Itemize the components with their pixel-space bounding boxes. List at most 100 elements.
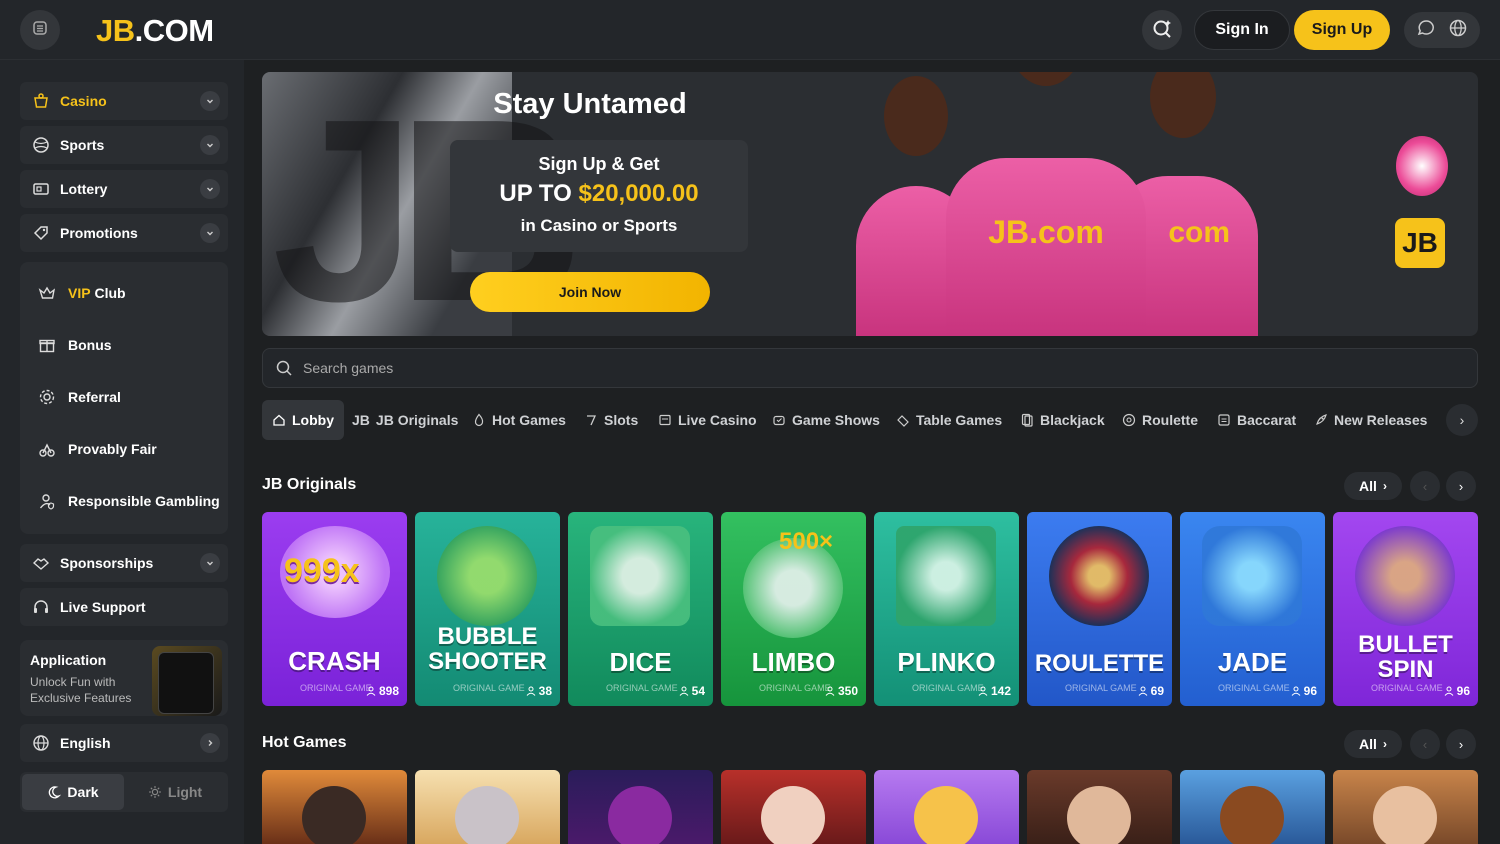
originals-all-button[interactable]: All › (1344, 472, 1402, 500)
game-sub: ORIGINAL GAME (912, 683, 984, 693)
tab-live-casino[interactable]: Live Casino (658, 400, 757, 440)
game-sub: ORIGINAL GAME (1371, 683, 1443, 693)
search-icon (1151, 17, 1173, 44)
theme-toggle: Dark Light (20, 772, 228, 812)
tab-jb-originals[interactable]: JB JB Originals (352, 400, 458, 440)
app-promo-card[interactable]: Application Unlock Fun with Exclusive Fe… (20, 640, 228, 716)
hot-game-card[interactable] (415, 770, 560, 844)
light-theme-button[interactable]: Light (124, 774, 226, 810)
game-card-plinko[interactable]: PLINKO ORIGINAL GAME 142 (874, 512, 1019, 706)
user-icon (978, 686, 988, 696)
game-sub: ORIGINAL GAME (453, 683, 525, 693)
game-card-crash[interactable]: 999x CRASH ORIGINAL GAME 898 (262, 512, 407, 706)
user-icon (1444, 686, 1454, 696)
search-icon (275, 359, 293, 377)
baccarat-icon (1217, 413, 1231, 427)
menu-toggle-button[interactable] (20, 10, 60, 50)
player-count: 350 (825, 684, 858, 698)
header-utility-group (1404, 12, 1480, 48)
join-now-button[interactable]: Join Now (470, 272, 710, 312)
hot-games-prev-button[interactable]: ‹ (1410, 729, 1440, 759)
sign-up-button[interactable]: Sign Up (1294, 10, 1390, 50)
game-card-bullet-spin[interactable]: BULLET SPIN ORIGINAL GAME 96 (1333, 512, 1478, 706)
sidebar-item-referral[interactable]: Referral (38, 385, 121, 409)
handshake-icon (32, 554, 50, 572)
game-name: CRASH (288, 646, 381, 676)
originals-prev-button[interactable]: ‹ (1410, 471, 1440, 501)
game-sub: ORIGINAL GAME (1218, 683, 1290, 693)
site-logo[interactable]: JB.COM (96, 13, 214, 49)
sidebar-item-label: Promotions (60, 225, 138, 241)
sidebar-item-responsible-gambling[interactable]: Responsible Gambling (38, 489, 220, 513)
originals-next-button[interactable]: › (1446, 471, 1476, 501)
chevron-right-icon[interactable] (200, 733, 220, 753)
sidebar-item-provably-fair[interactable]: Provably Fair (38, 437, 157, 461)
game-name: BUBBLE SHOOTER (428, 623, 547, 675)
tab-slots[interactable]: Slots (584, 400, 638, 440)
sidebar-item-label: Casino (60, 93, 107, 109)
sidebar-item-sports[interactable]: Sports (20, 126, 228, 164)
lottery-icon (32, 180, 50, 198)
hot-game-card[interactable] (568, 770, 713, 844)
ball-icon (32, 136, 50, 154)
sign-in-button[interactable]: Sign In (1194, 10, 1290, 50)
tab-new-releases[interactable]: New Releases (1314, 400, 1427, 440)
chevron-down-icon[interactable] (200, 179, 220, 199)
game-card-jade[interactable]: JADE ORIGINAL GAME 96 (1180, 512, 1325, 706)
section-title-originals: JB Originals (262, 476, 357, 493)
hot-games-next-button[interactable]: › (1446, 729, 1476, 759)
hot-game-card[interactable] (1027, 770, 1172, 844)
sidebar-item-sponsorships[interactable]: Sponsorships (20, 544, 228, 582)
player-count: 54 (679, 684, 705, 698)
table-icon (896, 413, 910, 427)
game-search-input[interactable]: Search games (262, 348, 1478, 388)
player-count: 38 (526, 684, 552, 698)
home-icon (272, 413, 286, 427)
gift-icon (38, 336, 56, 354)
tab-lobby[interactable]: Lobby (262, 400, 344, 440)
chat-icon[interactable] (1416, 18, 1436, 43)
chevron-right-icon: › (1459, 412, 1465, 428)
club-label: Club (90, 285, 126, 301)
search-button[interactable] (1142, 10, 1182, 50)
tab-baccarat[interactable]: Baccarat (1217, 400, 1296, 440)
tabs-scroll-right-button[interactable]: › (1446, 404, 1478, 436)
tab-game-shows[interactable]: Game Shows (772, 400, 880, 440)
tab-hot-games[interactable]: Hot Games (472, 400, 566, 440)
chevron-down-icon[interactable] (200, 135, 220, 155)
dark-theme-button[interactable]: Dark (22, 774, 124, 810)
player-count: 96 (1291, 684, 1317, 698)
globe-icon (32, 734, 50, 752)
sidebar-item-casino[interactable]: Casino (20, 82, 228, 120)
hot-game-card[interactable] (1180, 770, 1325, 844)
tab-roulette[interactable]: Roulette (1122, 400, 1198, 440)
globe-icon[interactable] (1448, 18, 1468, 43)
game-card-bubble-shooter[interactable]: BUBBLE SHOOTER ORIGINAL GAME 38 (415, 512, 560, 706)
phone-image (152, 646, 222, 716)
sidebar-item-label: Lottery (60, 181, 108, 197)
hot-game-card[interactable] (1333, 770, 1478, 844)
chevron-down-icon[interactable] (200, 553, 220, 573)
game-card-dice[interactable]: DICE ORIGINAL GAME 54 (568, 512, 713, 706)
game-card-limbo[interactable]: 500× LIMBO ORIGINAL GAME 350 (721, 512, 866, 706)
sidebar-item-promotions[interactable]: Promotions (20, 214, 228, 252)
hot-games-all-button[interactable]: All › (1344, 730, 1402, 758)
chevron-down-icon[interactable] (200, 223, 220, 243)
hot-game-card[interactable] (721, 770, 866, 844)
sidebar-item-bonus[interactable]: Bonus (38, 333, 112, 357)
tab-blackjack[interactable]: Blackjack (1020, 400, 1105, 440)
player-count: 96 (1444, 684, 1470, 698)
chevron-down-icon[interactable] (200, 91, 220, 111)
language-selector[interactable]: English (20, 724, 228, 762)
hot-game-card[interactable] (874, 770, 1019, 844)
sidebar-item-vip-club[interactable]: VIP Club (38, 281, 126, 305)
game-card-roulette[interactable]: ROULETTE ORIGINAL GAME 69 (1027, 512, 1172, 706)
sidebar-item-lottery[interactable]: Lottery (20, 170, 228, 208)
royals-logo (1396, 136, 1448, 196)
hot-game-card[interactable] (262, 770, 407, 844)
chevron-right-icon: › (1458, 736, 1464, 752)
game-name: JADE (1217, 647, 1288, 677)
chevron-left-icon: ‹ (1422, 736, 1428, 752)
sidebar-item-live-support[interactable]: Live Support (20, 588, 228, 626)
tab-table-games[interactable]: Table Games (896, 400, 1002, 440)
